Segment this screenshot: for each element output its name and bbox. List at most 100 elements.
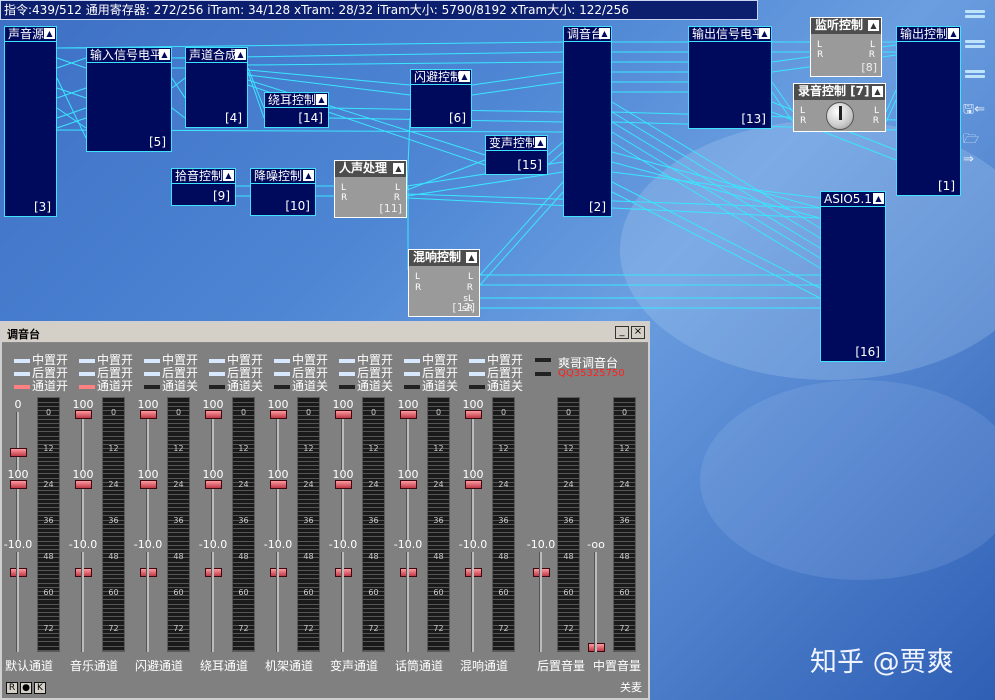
fader-thumb[interactable] <box>400 480 417 489</box>
module-mixer[interactable]: 调音台 ▲ [2] <box>563 26 612 217</box>
module-reverb[interactable]: 混响控制 ▲ L R L R sL sR [12] <box>408 249 480 317</box>
toggle-center[interactable]: 中置开 <box>274 354 328 366</box>
meter-tick <box>493 436 514 437</box>
toggle-route[interactable]: 通道关 <box>274 380 328 392</box>
collapse-arrow-icon[interactable]: ▲ <box>393 163 404 174</box>
meter-tick <box>298 511 319 512</box>
module-voice-change[interactable]: 变声控制 ▲ [15] <box>485 135 548 175</box>
fader-thumb[interactable] <box>335 410 352 419</box>
toggle-center[interactable]: 中置开 <box>209 354 263 366</box>
fader-thumb[interactable] <box>75 410 92 419</box>
fader-track <box>146 482 149 540</box>
meter-scale-label: 72 <box>298 624 319 633</box>
meter-scale-label: 36 <box>298 516 319 525</box>
fader-thumb[interactable] <box>140 480 157 489</box>
toggle-route[interactable]: 通道关 <box>404 380 458 392</box>
module-asio[interactable]: ASIO5.1 ▲ [16] <box>820 191 886 362</box>
collapse-arrow-icon[interactable]: ▲ <box>948 28 959 39</box>
module-denoise[interactable]: 降噪控制 ▲ [10] <box>250 168 316 216</box>
fader-thumb[interactable] <box>10 448 27 457</box>
fader-thumb[interactable] <box>75 480 92 489</box>
toggle-rear[interactable]: 后置开 <box>404 367 458 379</box>
toggle-rear[interactable]: 后置开 <box>339 367 393 379</box>
module-monitor[interactable]: 监听控制 ▲ L R L R [8] <box>810 17 882 77</box>
record-button[interactable]: R <box>6 682 18 694</box>
module-sound-source[interactable]: 声音源 ▲ [3] <box>4 26 57 217</box>
fader-thumb[interactable] <box>270 480 287 489</box>
module-pickup[interactable]: 拾音控制 ▲ [9] <box>171 168 236 206</box>
toggle-rear[interactable]: 后置开 <box>144 367 198 379</box>
collapse-arrow-icon[interactable]: ▲ <box>868 20 879 31</box>
meter-scale-label: 12 <box>298 444 319 453</box>
meter-tick <box>103 574 124 575</box>
fader-thumb[interactable] <box>10 480 27 489</box>
toggle-rear[interactable]: 后置开 <box>79 367 133 379</box>
module-input-level[interactable]: 输入信号电平 ▲ [5] <box>86 47 172 152</box>
toggle-center[interactable]: 中置开 <box>469 354 523 366</box>
meter-tick <box>614 511 635 512</box>
toggle-route[interactable]: 通道关 <box>209 380 263 392</box>
toggle-route[interactable]: 通道开 <box>79 380 133 392</box>
fader-thumb[interactable] <box>465 410 482 419</box>
module-output-level[interactable]: 输出信号电平 ▲ [13] <box>688 26 772 129</box>
toggle-center[interactable]: 中置开 <box>339 354 393 366</box>
toggle-route[interactable]: 通道关 <box>339 380 393 392</box>
collapse-arrow-icon[interactable]: ▲ <box>872 86 883 97</box>
meter-scale-label: 36 <box>428 516 449 525</box>
toggle-center[interactable]: 中置开 <box>404 354 458 366</box>
fader-thumb[interactable] <box>140 410 157 419</box>
toggle-route[interactable]: 通道关 <box>144 380 198 392</box>
toggle-rear[interactable]: 后置开 <box>469 367 523 379</box>
record-knob[interactable] <box>826 102 854 130</box>
toggle-rear[interactable]: 后置开 <box>14 367 68 379</box>
module-output[interactable]: 输出控制 ▲ [1] <box>896 26 961 196</box>
module-record[interactable]: 录音控制 [7] ▲ L R L R <box>793 83 886 132</box>
collapse-arrow-icon[interactable]: ▲ <box>873 193 884 204</box>
fader-thumb[interactable] <box>335 480 352 489</box>
toggle-rear[interactable]: 后置开 <box>274 367 328 379</box>
module-ducking[interactable]: 闪避控制 ▲ [6] <box>410 69 472 128</box>
pin-label: L <box>415 272 420 282</box>
meter-tick <box>233 490 254 491</box>
module-vocal[interactable]: 人声处理 ▲ L R L R [11] <box>334 160 407 218</box>
meter-tick <box>38 402 59 403</box>
collapse-arrow-icon[interactable]: ▲ <box>303 170 314 181</box>
close-button[interactable]: × <box>631 326 645 339</box>
fader-thumb[interactable] <box>205 480 222 489</box>
collapse-arrow-icon[interactable]: ▲ <box>235 49 246 60</box>
collapse-arrow-icon[interactable]: ▲ <box>759 28 770 39</box>
toggle-route[interactable]: 通道关 <box>469 380 523 392</box>
toggle-label: 通道关 <box>227 379 263 393</box>
fader-thumb[interactable] <box>400 410 417 419</box>
module-surround[interactable]: 绕耳控制 ▲ [14] <box>264 92 329 128</box>
collapse-arrow-icon[interactable]: ▲ <box>459 71 470 82</box>
meter-tick <box>298 545 319 546</box>
toggle-center[interactable]: 中置开 <box>144 354 198 366</box>
collapse-arrow-icon[interactable]: ▲ <box>466 252 477 263</box>
collapse-arrow-icon[interactable]: ▲ <box>599 28 610 39</box>
status-led-icon[interactable]: ● <box>20 682 32 694</box>
toggle-route[interactable]: 通道开 <box>14 380 68 392</box>
fader-thumb[interactable] <box>465 480 482 489</box>
minimize-button[interactable]: _ <box>615 326 629 339</box>
toggle-center[interactable]: 中置开 <box>79 354 133 366</box>
fader-value: -10.0 <box>133 538 163 551</box>
meter-tick <box>493 431 514 432</box>
toggle-center[interactable]: 中置开 <box>14 354 68 366</box>
mic-status[interactable]: 关麦 <box>620 679 642 695</box>
toggle-rear[interactable]: 后置开 <box>209 367 263 379</box>
meter-scale-label: 48 <box>363 552 384 561</box>
collapse-arrow-icon[interactable]: ▲ <box>223 170 234 181</box>
module-channel-mix[interactable]: 声道合成 ▲ [4] <box>185 47 248 128</box>
fader-thumb[interactable] <box>270 410 287 419</box>
meter-tick <box>493 490 514 491</box>
meter-tick <box>38 478 59 479</box>
collapse-arrow-icon[interactable]: ▲ <box>159 49 170 60</box>
collapse-arrow-icon[interactable]: ▲ <box>535 137 546 148</box>
collapse-arrow-icon[interactable]: ▲ <box>44 28 55 39</box>
fader-thumb[interactable] <box>205 410 222 419</box>
k-button[interactable]: K <box>34 682 46 694</box>
level-meter: 0122436486072 <box>297 397 320 652</box>
mixer-titlebar[interactable]: 调音台 _ × <box>2 323 648 343</box>
collapse-arrow-icon[interactable]: ▲ <box>316 94 327 105</box>
